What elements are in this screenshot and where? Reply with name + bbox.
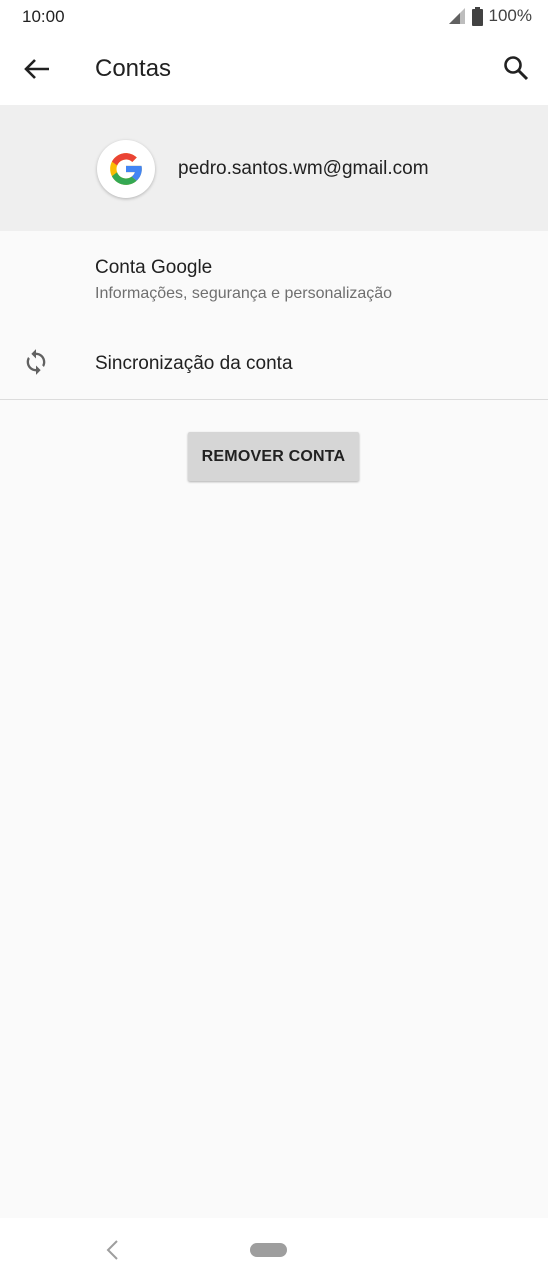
account-sync-item[interactable]: Sincronização da conta xyxy=(0,323,548,399)
account-header: pedro.santos.wm@gmail.com xyxy=(0,105,548,231)
search-icon xyxy=(504,56,529,81)
battery-percent: 100% xyxy=(488,6,532,25)
page-title: Contas xyxy=(95,55,172,82)
google-account-title: Conta Google xyxy=(95,257,213,278)
google-account-subtitle: Informações, segurança e personalização xyxy=(95,285,393,302)
back-button[interactable] xyxy=(20,54,54,84)
status-time: 10:00 xyxy=(22,7,65,26)
signal-icon xyxy=(448,8,465,24)
nav-home-pill[interactable] xyxy=(250,1243,287,1257)
remove-account-button[interactable]: REMOVER CONTA xyxy=(188,432,359,481)
search-button[interactable] xyxy=(500,52,532,84)
battery-icon xyxy=(471,6,483,26)
sync-icon xyxy=(26,349,46,375)
app-bar: Contas xyxy=(0,34,548,105)
navigation-bar xyxy=(0,1218,548,1282)
google-logo-icon xyxy=(110,153,142,185)
status-icons: 100% xyxy=(448,6,532,26)
nav-back-icon[interactable] xyxy=(102,1238,122,1262)
sync-label: Sincronização da conta xyxy=(95,353,293,374)
divider xyxy=(0,399,548,400)
back-arrow-icon xyxy=(24,59,49,79)
google-account-item[interactable]: Conta Google Informações, segurança e pe… xyxy=(0,231,548,323)
status-bar: 10:00 100% xyxy=(0,0,548,34)
account-email: pedro.santos.wm@gmail.com xyxy=(178,158,429,179)
account-avatar xyxy=(97,140,155,198)
